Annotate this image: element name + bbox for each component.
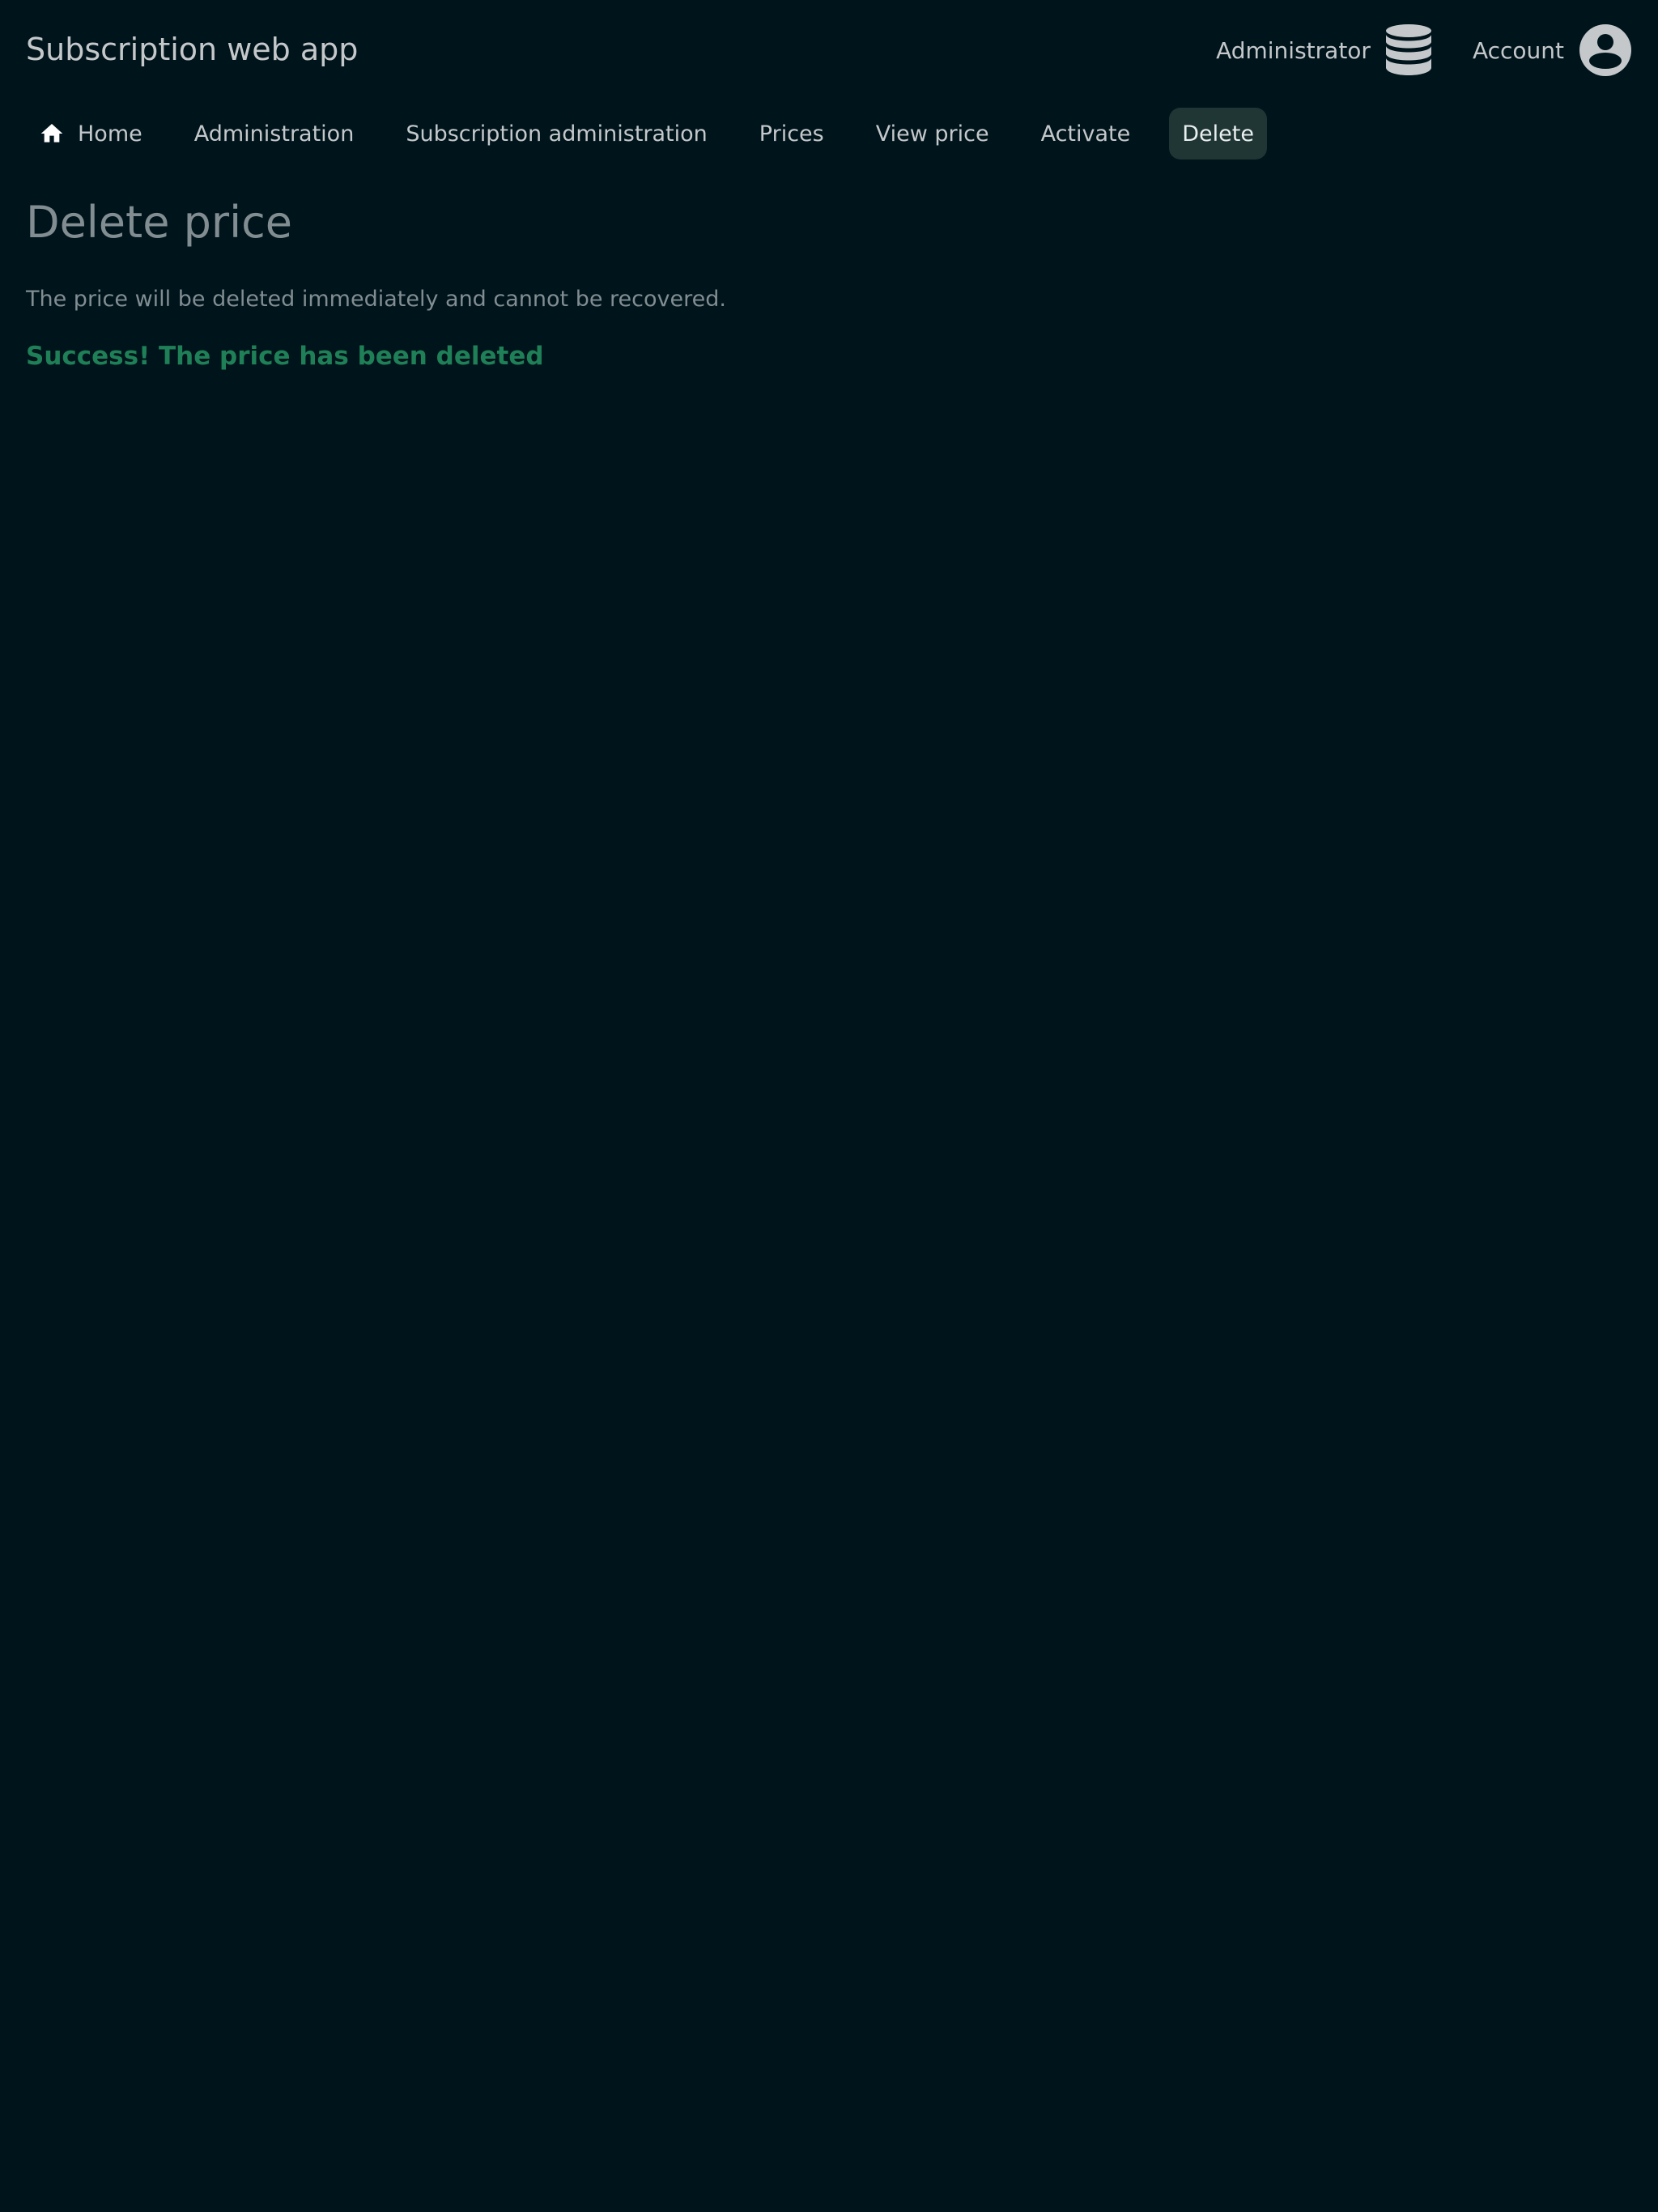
nav-item-home[interactable]: Home (26, 108, 155, 160)
nav-item-administration[interactable]: Administration (181, 108, 368, 160)
account-menu[interactable]: Account (1473, 23, 1632, 77)
nav-item-label: Subscription administration (406, 121, 708, 147)
nav-item-label: Administration (193, 121, 355, 147)
success-message: Success! The price has been deleted (26, 342, 544, 371)
main-content: Delete price The price will be deleted i… (26, 186, 1632, 374)
page-title: Delete price (26, 197, 292, 248)
administrator-menu[interactable]: Administrator (1216, 23, 1432, 77)
nav-item-activate[interactable]: Activate (1028, 108, 1144, 160)
nav-item-delete[interactable]: Delete (1169, 108, 1267, 160)
administrator-label[interactable]: Administrator (1216, 37, 1371, 64)
nav-item-prices[interactable]: Prices (746, 108, 837, 160)
nav-item-subscription-administration[interactable]: Subscription administration (393, 108, 720, 160)
account-circle-icon[interactable] (1579, 23, 1632, 77)
page-description: The price will be deleted immediately an… (26, 287, 726, 312)
nav-item-label: Activate (1040, 121, 1131, 147)
app-title[interactable]: Subscription web app (26, 28, 358, 71)
nav-item-label: Home (78, 121, 142, 147)
database-icon[interactable] (1385, 23, 1432, 77)
nav-item-label: Prices (759, 121, 824, 147)
nav-item-view-price[interactable]: View price (863, 108, 1002, 160)
home-icon (39, 121, 65, 147)
nav-item-label: Delete (1182, 121, 1254, 147)
nav-item-label: View price (875, 121, 989, 147)
top-right-menu: Administrator Account (1216, 23, 1632, 78)
account-label[interactable]: Account (1473, 37, 1564, 64)
top-bar: Subscription web app Administrator Accou… (0, 0, 1658, 100)
breadcrumb-navigation: Home Administration Subscription adminis… (26, 108, 1267, 160)
